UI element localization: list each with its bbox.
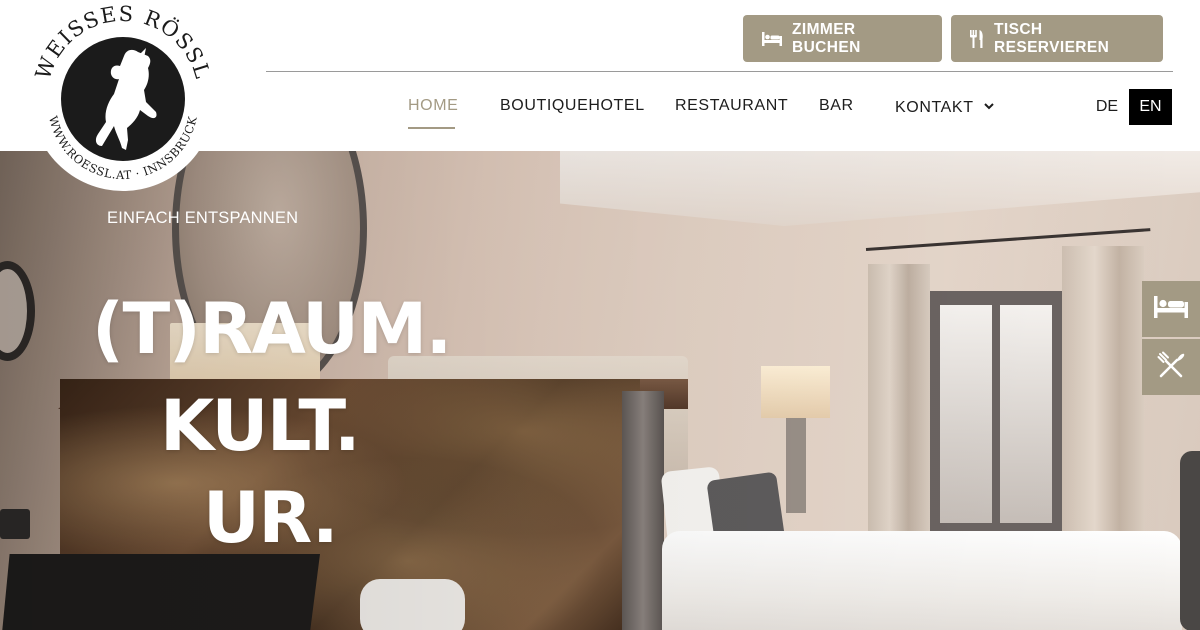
chevron-down-icon xyxy=(984,96,995,116)
language-de[interactable]: DE xyxy=(1088,89,1126,125)
bed-icon xyxy=(762,31,782,46)
weisses-roessl-logo[interactable]: WEISSES RÖSSL WWW.ROESSL.AT · INNSBRUCK xyxy=(28,2,218,194)
hero-headline-line-1: (T)RAUM. xyxy=(92,288,452,370)
book-room-label: ZIMMER BUCHEN xyxy=(792,20,861,56)
side-reserve-table-button[interactable] xyxy=(1142,339,1200,395)
nav-kontakt-label: KONTAKT xyxy=(895,99,974,116)
bed-icon xyxy=(1154,295,1188,323)
hero-headline-line-3: UR. xyxy=(203,477,339,559)
book-room-button[interactable]: ZIMMER BUCHEN xyxy=(743,15,942,62)
hero-eyebrow: EINFACH ENTSPANNEN xyxy=(107,209,299,227)
nav-bar[interactable]: BAR xyxy=(819,96,854,116)
cutlery-crossed-icon xyxy=(1157,351,1185,384)
cutlery-icon xyxy=(970,29,984,48)
hero-headline-line-2: KULT. xyxy=(160,385,361,467)
nav-home[interactable]: HOME xyxy=(408,96,458,116)
language-en[interactable]: EN xyxy=(1129,89,1172,125)
reserve-table-label: TISCH RESERVIEREN xyxy=(994,20,1110,56)
header-divider xyxy=(266,71,1173,72)
side-book-room-button[interactable] xyxy=(1142,281,1200,337)
nav-active-underline xyxy=(408,127,455,129)
reserve-table-button[interactable]: TISCH RESERVIEREN xyxy=(951,15,1163,62)
nav-kontakt[interactable]: KONTAKT xyxy=(895,96,995,118)
nav-boutiquehotel[interactable]: BOUTIQUEHOTEL xyxy=(500,96,645,116)
nav-restaurant[interactable]: RESTAURANT xyxy=(675,96,788,116)
